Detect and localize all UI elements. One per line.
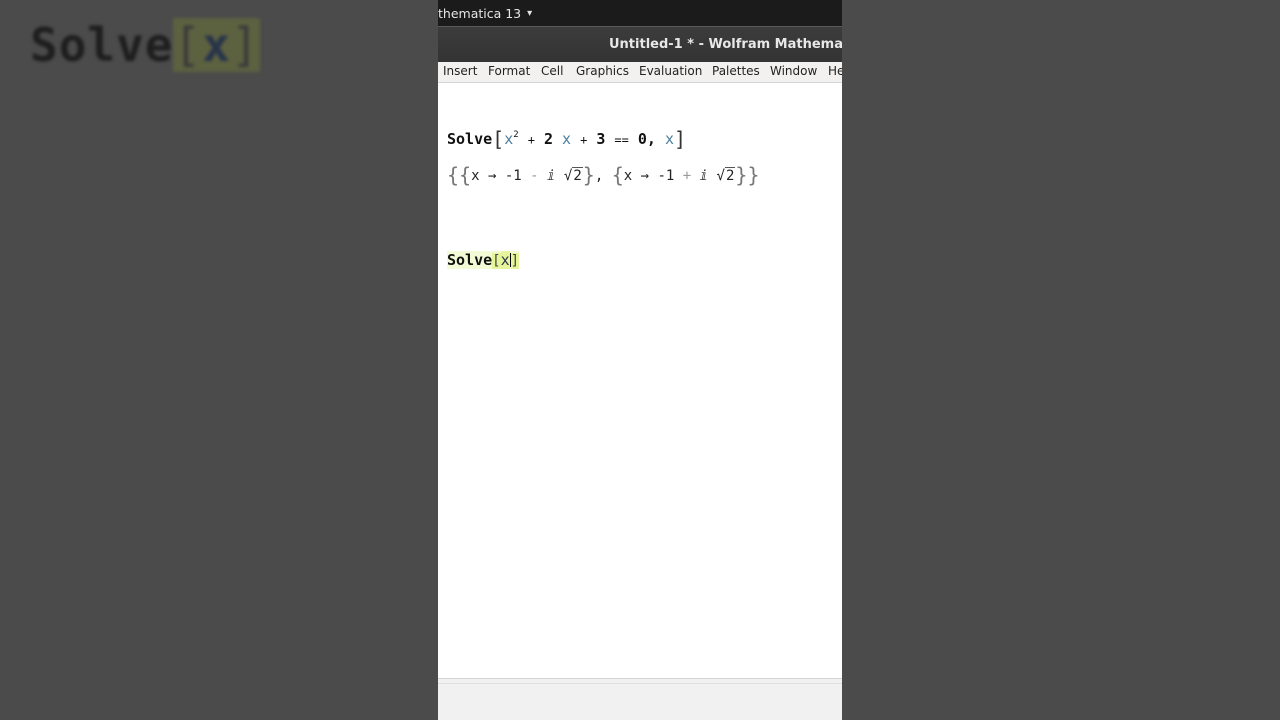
- zero-value: 0,: [637, 130, 656, 148]
- outer-close-brace: }: [747, 163, 760, 187]
- window-title: Untitled-1 * - Wolfram Mathematica: [609, 37, 842, 52]
- output-cell-1: {{x → -1 - ⅈ √2}, {x → -1 + ⅈ √2}}: [447, 163, 760, 187]
- real-part: -1: [657, 168, 675, 184]
- open-brace: {: [459, 163, 472, 187]
- equal-operator: ==: [614, 133, 629, 147]
- plus-operator: +: [527, 133, 535, 147]
- outer-open-brace: {: [447, 163, 460, 187]
- solve-function: Solve: [447, 251, 493, 269]
- system-top-bar: thematica 13 ▾: [438, 0, 842, 26]
- dropdown-caret-icon[interactable]: ▾: [527, 8, 532, 19]
- menu-bar: Insert Format Cell Graphics Evaluation P…: [438, 62, 842, 83]
- close-brace: }: [735, 163, 748, 187]
- rule-lhs: x: [471, 168, 480, 184]
- input-cell-1[interactable]: Solve[x2 + 2 x + 3 == 0, x]: [447, 127, 686, 151]
- plus-operator: +: [580, 133, 588, 147]
- variable-x: x: [500, 251, 510, 269]
- plus-operator: +: [682, 168, 692, 184]
- radicand: 2: [724, 167, 736, 184]
- window-title-bar[interactable]: Untitled-1 * - Wolfram Mathematica: [438, 26, 842, 63]
- background-zoom-text: Solve[x]: [30, 18, 260, 72]
- menu-format[interactable]: Format: [488, 64, 530, 78]
- menu-palettes[interactable]: Palettes: [712, 64, 760, 78]
- constant: 3: [596, 130, 606, 148]
- menu-evaluation[interactable]: Evaluation: [639, 64, 702, 78]
- close-bracket: ]: [674, 127, 687, 151]
- coefficient: 2: [543, 130, 553, 148]
- close-bracket: ]: [510, 253, 520, 269]
- menu-insert[interactable]: Insert: [443, 64, 477, 78]
- imaginary-unit: ⅈ: [547, 168, 556, 184]
- status-bar: [438, 678, 842, 720]
- menu-graphics[interactable]: Graphics: [576, 64, 629, 78]
- app-menu-name[interactable]: thematica 13: [438, 6, 521, 21]
- open-bracket: [: [492, 127, 505, 151]
- imaginary-unit: ⅈ: [699, 168, 709, 184]
- bg-close-bracket: ]: [230, 18, 260, 72]
- variable-x: x: [562, 130, 572, 148]
- bg-open-bracket: [: [173, 18, 203, 72]
- menu-help[interactable]: He: [828, 64, 842, 78]
- menu-window[interactable]: Window: [770, 64, 817, 78]
- menu-cell[interactable]: Cell: [541, 64, 563, 78]
- real-part: -1: [504, 168, 522, 184]
- radicand: 2: [572, 167, 583, 184]
- bg-func: Solve: [30, 18, 174, 72]
- close-brace: }: [582, 163, 595, 187]
- variable-x: x: [504, 130, 514, 148]
- notebook-area[interactable]: Solve[x2 + 2 x + 3 == 0, x] {{x → -1 - ⅈ…: [438, 83, 842, 678]
- rule-lhs: x: [623, 168, 633, 184]
- status-divider: [438, 683, 842, 684]
- comma: ,: [594, 168, 604, 184]
- input-cell-2[interactable]: Solve[x]: [447, 251, 520, 269]
- mathematica-window: thematica 13 ▾ Untitled-1 * - Wolfram Ma…: [438, 0, 842, 720]
- exponent: 2: [513, 130, 519, 140]
- rule-arrow: →: [487, 168, 497, 184]
- rule-arrow: →: [640, 168, 650, 184]
- bg-arg: x: [202, 18, 231, 72]
- variable-x: x: [664, 130, 675, 148]
- open-brace: {: [611, 163, 624, 187]
- open-bracket: [: [492, 253, 501, 269]
- solve-function: Solve: [447, 130, 493, 148]
- sqrt-symbol: √: [716, 168, 725, 184]
- minus-operator: -: [530, 168, 539, 184]
